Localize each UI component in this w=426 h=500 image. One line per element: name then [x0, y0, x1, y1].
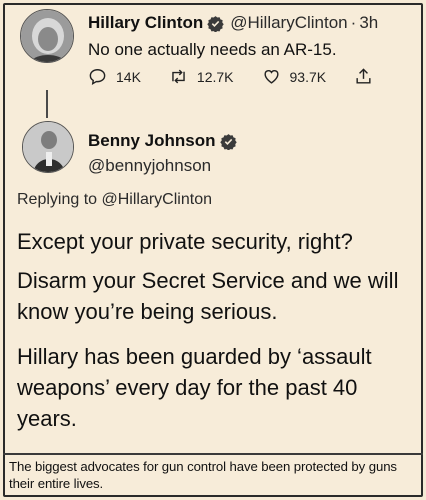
like-icon [263, 70, 279, 84]
like-count: 93.7K [289, 68, 327, 85]
thread-connector-line [46, 90, 48, 118]
reply-tweet-header: Benny Johnson [88, 131, 237, 151]
replying-to-label[interactable]: Replying to @HillaryClinton [17, 191, 212, 209]
caption-divider [3, 453, 423, 455]
share-button[interactable] [354, 67, 373, 86]
author-handle[interactable]: @HillaryClinton [230, 13, 347, 33]
verified-badge-icon [219, 133, 237, 150]
retweet-button[interactable]: 12.7K [169, 67, 234, 86]
reply-paragraph-3: Hillary has been guarded by ‘assault wea… [17, 344, 372, 431]
meme-caption: The biggest advocates for gun control ha… [9, 459, 397, 491]
reply-author-name[interactable]: Benny Johnson [88, 131, 216, 151]
reply-author-handle[interactable]: @bennyjohnson [88, 156, 211, 176]
tweet-timestamp[interactable]: 3h [359, 13, 378, 33]
reply-button[interactable]: 14K [88, 67, 141, 86]
retweet-icon [172, 69, 185, 84]
tweet-action-bar: 14K 12.7K 93.7K [88, 67, 401, 86]
author-name[interactable]: Hillary Clinton [88, 13, 203, 33]
like-button[interactable]: 93.7K [262, 67, 327, 86]
benny-johnson-avatar[interactable] [22, 121, 74, 173]
original-tweet-text: No one actually needs an AR-15. [88, 40, 337, 59]
original-tweet-header: Hillary Clinton @HillaryClinton · 3h [88, 13, 378, 33]
reply-icon [89, 69, 106, 85]
hillary-clinton-avatar[interactable] [20, 9, 74, 63]
share-icon [356, 68, 371, 84]
separator-dot: · [350, 13, 357, 32]
reply-count: 14K [116, 68, 141, 85]
reply-paragraph-2: Disarm your Secret Service and we will k… [17, 268, 399, 324]
reply-paragraph-1: Except your private security, right? [17, 229, 353, 254]
verified-badge-icon [207, 15, 224, 32]
retweet-count: 12.7K [196, 68, 234, 85]
